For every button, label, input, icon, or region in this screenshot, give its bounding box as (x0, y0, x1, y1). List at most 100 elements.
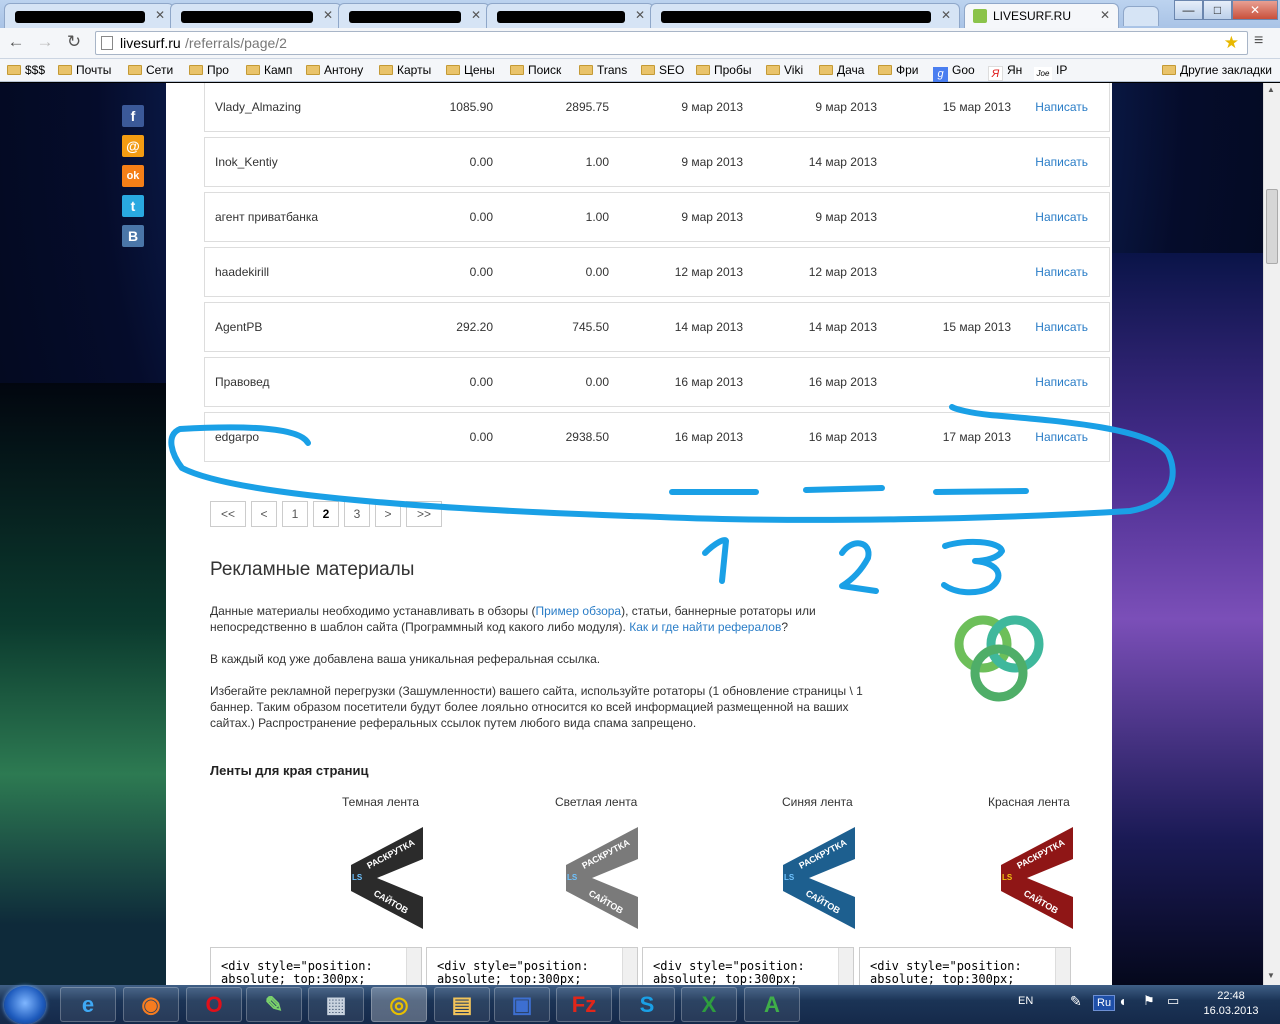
bookmark-folder[interactable]: Сети (128, 63, 173, 77)
bookmark-ip[interactable]: Joe IP (1034, 63, 1067, 80)
joe-icon: Joe (1034, 67, 1052, 80)
browser-toolbar: ← → ↻ livesurf.ru /referrals/page/2 ★ ≡ (0, 28, 1280, 59)
folder-icon (819, 65, 833, 75)
network-icon[interactable]: ▭ (1167, 993, 1179, 1009)
bookmark-folder[interactable]: Пробы (696, 63, 751, 77)
start-button[interactable] (4, 986, 46, 1024)
bookmark-folder[interactable]: Фри (878, 63, 919, 77)
bookmarks-bar: $$$ Почты Сети Про Камп Антону Карты Цен… (0, 59, 1280, 82)
url-host: livesurf.ru (120, 35, 181, 51)
explorer-folder-icon[interactable]: ▤ (434, 987, 490, 1022)
firefox-icon[interactable]: ◉ (123, 987, 179, 1022)
bookmark-folder[interactable]: Про (189, 63, 229, 77)
notepad-icon[interactable]: ✎ (246, 987, 302, 1022)
bookmark-yandex[interactable]: Я Ян (988, 63, 1022, 81)
handdrawn-annotation (168, 404, 1176, 596)
tab-strip: ✕ ✕ ✕ ✕ ✕ LIVESURF.RU ✕ — □ ✕ (0, 0, 1280, 28)
annotation-loop (168, 404, 1176, 523)
browser-tab[interactable]: ✕ (170, 3, 342, 28)
excel-icon[interactable]: X (681, 987, 737, 1022)
redacted-tab-title (349, 11, 461, 23)
bookmark-folder[interactable]: Trans (579, 63, 627, 77)
forward-arrow-icon[interactable]: → (34, 32, 56, 52)
folder-icon (696, 65, 710, 75)
redacted-tab-title (661, 11, 931, 23)
redacted-tab-title (181, 11, 313, 23)
new-tab-button[interactable] (1123, 6, 1159, 26)
folder-icon (766, 65, 780, 75)
save-disk-icon[interactable]: ▣ (494, 987, 550, 1022)
tab-title: LIVESURF.RU (993, 9, 1072, 23)
folder-icon (1162, 65, 1176, 75)
other-bookmarks-folder[interactable]: Другие закладки (1162, 63, 1272, 77)
volume-icon[interactable]: ◖ (1118, 993, 1126, 1009)
annotation-digit-2 (839, 540, 879, 594)
redacted-tab-title (497, 11, 625, 23)
folder-icon (189, 65, 203, 75)
filezilla-icon[interactable]: Fz (556, 987, 612, 1022)
annotation-digit-3 (941, 538, 1005, 596)
address-bar[interactable]: livesurf.ru /referrals/page/2 ★ (95, 31, 1248, 55)
google-icon: g (933, 67, 948, 82)
pen-icon[interactable]: ✎ (1070, 993, 1082, 1010)
tab-close-icon[interactable]: ✕ (1100, 8, 1110, 22)
annotation-strokes (168, 404, 1176, 596)
annotation-digit-1 (702, 537, 729, 584)
opera-icon[interactable]: O (186, 987, 242, 1022)
bookmark-google[interactable]: g Goo (933, 63, 975, 82)
livesurf-favicon-icon (973, 9, 987, 23)
tab-close-icon[interactable]: ✕ (155, 8, 165, 22)
annotation-underline-3 (933, 488, 1029, 495)
bookmark-folder[interactable]: SEO (641, 63, 684, 77)
folder-icon (58, 65, 72, 75)
bookmark-folder[interactable]: $$$ (7, 63, 45, 77)
bookmark-folder[interactable]: Viki (766, 63, 803, 77)
tab-close-icon[interactable]: ✕ (471, 8, 481, 22)
maximize-button[interactable]: □ (1203, 0, 1232, 20)
yandex-icon: Я (988, 66, 1003, 81)
redacted-tab-title (15, 11, 145, 23)
bookmark-folder[interactable]: Цены (446, 63, 495, 77)
browser-tab-active[interactable]: LIVESURF.RU ✕ (964, 3, 1119, 28)
menu-wrench-icon[interactable]: ≡ (1254, 32, 1263, 50)
bookmark-star-icon[interactable]: ★ (1224, 33, 1239, 53)
bookmark-folder[interactable]: Камп (246, 63, 292, 77)
annotation-underline-2 (803, 485, 885, 493)
tab-close-icon[interactable]: ✕ (941, 8, 951, 22)
folder-icon (878, 65, 892, 75)
page-icon (101, 36, 113, 50)
chrome-icon[interactable]: ◎ (371, 987, 427, 1022)
folder-icon (379, 65, 393, 75)
bookmark-folder[interactable]: Дача (819, 63, 864, 77)
folder-icon (510, 65, 524, 75)
folder-icon (7, 65, 21, 75)
page-viewport: f @ ok t B Vlady_Almazing 1085.90 2895.75 9… (0, 83, 1280, 985)
folder-icon (306, 65, 320, 75)
tab-close-icon[interactable]: ✕ (323, 8, 333, 22)
internet-explorer-icon[interactable]: e (60, 987, 116, 1022)
browser-tab[interactable]: ✕ (4, 3, 174, 28)
bookmark-folder[interactable]: Карты (379, 63, 431, 77)
bookmark-folder[interactable]: Антону (306, 63, 363, 77)
bookmark-folder[interactable]: Почты (58, 63, 111, 77)
bookmark-folder[interactable]: Поиск (510, 63, 561, 77)
folder-icon (579, 65, 593, 75)
url-path: /referrals/page/2 (185, 35, 287, 51)
language-indicator[interactable]: EN (1018, 995, 1033, 1007)
system-clock[interactable]: 22:48 16.03.2013 (1196, 989, 1266, 1019)
flag-icon[interactable]: ⚑ (1143, 993, 1155, 1009)
tab-close-icon[interactable]: ✕ (635, 8, 645, 22)
browser-tab[interactable]: ✕ (486, 3, 654, 28)
back-arrow-icon[interactable]: ← (5, 32, 27, 52)
browser-tab[interactable]: ✕ (338, 3, 490, 28)
folder-icon (128, 65, 142, 75)
anydesk-icon[interactable]: A (744, 987, 800, 1022)
keyboard-layout[interactable]: Ru (1093, 995, 1116, 1011)
minimize-button[interactable]: — (1174, 0, 1203, 20)
folder-icon (446, 65, 460, 75)
browser-tab[interactable]: ✕ (650, 3, 960, 28)
calculator-icon[interactable]: ▦ (308, 987, 364, 1022)
reload-icon[interactable]: ↻ (63, 32, 85, 52)
close-window-button[interactable]: ✕ (1232, 0, 1278, 20)
skype-icon[interactable]: S (619, 987, 675, 1022)
